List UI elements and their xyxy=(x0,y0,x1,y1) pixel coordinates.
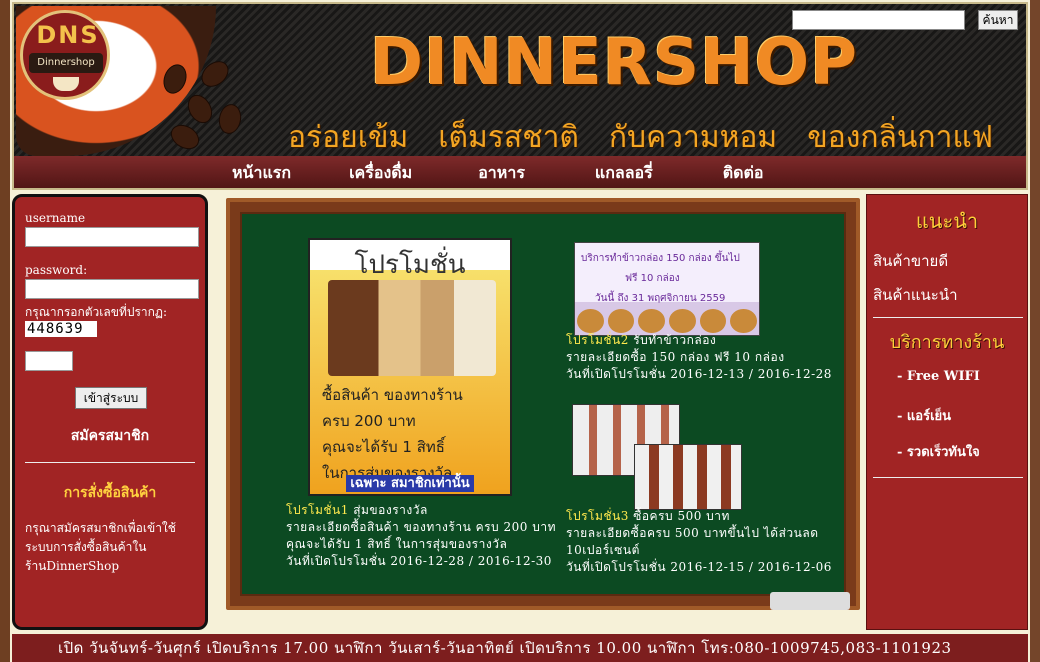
divider xyxy=(25,462,195,463)
password-label: password: xyxy=(25,263,88,277)
order-text: กรุณาสมัครสมาชิกเพื่อเข้าใช้ระบบการสั่งซ… xyxy=(25,521,176,573)
promo1-caption: โปรโมชั่น1 สุ่มของรางวัล รายละเอียดซื้อส… xyxy=(286,502,556,570)
promo1-detail: รายละเอียดซื้อสินค้า ของทางร้าน ครบ 200 … xyxy=(286,520,556,551)
promo1-poster[interactable]: โปรโมชั่น ซื้อสินค้า ของทางร้าน ครบ 200 … xyxy=(308,238,512,496)
divider xyxy=(873,477,1023,478)
nav-drinks[interactable]: เครื่องดื่ม xyxy=(349,156,412,188)
poster-line: บริการทำข้าวกล่อง 150 กล่อง ขึ้นไป xyxy=(581,253,740,264)
poster-title: โปรโมชั่น xyxy=(354,250,466,280)
promo3-caption: โปรโมชั่น3 ซื้อครบ 500 บาท รายละเอียดซื้… xyxy=(566,508,838,576)
promo2-detail: รายละเอียดซื้อ 150 กล่อง ฟรี 10 กล่อง xyxy=(566,350,785,364)
logo-text: DNS xyxy=(36,21,100,49)
coffee-bean-image xyxy=(182,90,218,128)
main-nav: หน้าแรก เครื่องดื่ม อาหาร แกลลอรี่ ติดต่… xyxy=(14,156,1026,188)
services-title: บริการทางร้าน xyxy=(889,332,1005,353)
recommended-link[interactable]: สินค้าแนะนำ xyxy=(873,283,958,307)
poster-line: ซื้อสินค้า ของทางร้าน xyxy=(322,386,463,404)
username-field[interactable] xyxy=(25,227,199,247)
search-button[interactable]: ค้นหา xyxy=(978,10,1018,30)
members-only-badge: เฉพาะ สมาชิกเท่านั้น xyxy=(310,472,510,493)
slogan-part: กับความหอม xyxy=(608,120,778,155)
poster-text: ซื้อสินค้า ของทางร้าน ครบ 200 บาท คุณจะไ… xyxy=(322,382,502,486)
promo3-detail: รายละเอียดซื้อครบ 500 บาทขึ้นไป ได้ส่วนล… xyxy=(566,526,819,557)
slogan-part: อร่อยเข้ม xyxy=(288,120,409,155)
promo1-name[interactable]: โปรโมชั่น1 xyxy=(286,503,349,517)
chalkboard-surface: โปรโมชั่น ซื้อสินค้า ของทางร้าน ครบ 200 … xyxy=(240,212,846,596)
bestseller-link[interactable]: สินค้าขายดี xyxy=(873,249,948,273)
recommend-title: แนะนำ xyxy=(915,209,979,233)
badge-text: เฉพาะ สมาชิกเท่านั้น xyxy=(346,475,474,492)
site-logo[interactable]: DNS Dinnershop xyxy=(20,10,110,100)
brand-title: DINNERSHOP xyxy=(370,26,859,100)
promo1-title: สุ่มของรางวัล xyxy=(353,503,428,517)
login-button[interactable]: เข้าสู่ระบบ xyxy=(75,387,147,409)
promo1-dates: วันที่เปิดโปรโมชั่น 2016-12-28 / 2016-12… xyxy=(286,554,552,568)
promo2-title: รับทำข้าวกล่อง xyxy=(633,333,717,347)
promo2-caption: โปรโมชั่น2 รับทำข้าวกล่อง รายละเอียดซื้อ… xyxy=(566,332,836,383)
password-field[interactable] xyxy=(25,279,199,299)
nav-home[interactable]: หน้าแรก xyxy=(232,156,291,188)
service-item: - Free WIFI xyxy=(897,369,980,384)
promo3-name[interactable]: โปรโมชั่น3 xyxy=(566,509,629,523)
poster-line: คุณจะได้รับ 1 สิทธิ์ xyxy=(322,438,445,456)
captcha-field[interactable] xyxy=(25,351,73,371)
promo2-poster[interactable]: บริการทำข้าวกล่อง 150 กล่อง ขึ้นไป ฟรี 1… xyxy=(574,242,760,336)
logo-subtext: Dinnershop xyxy=(29,53,103,73)
poster-line: ฟรี 10 กล่อง xyxy=(625,273,680,284)
chalkboard: โปรโมชั่น ซื้อสินค้า ของทางร้าน ครบ 200 … xyxy=(226,198,860,610)
service-item: - รวดเร็วทันใจ xyxy=(897,445,980,460)
username-label: username xyxy=(25,211,86,225)
site-header: DNS Dinnershop ค้นหา DINNERSHOP อร่อยเข้… xyxy=(12,2,1028,190)
service-item: - แอร์เย็น xyxy=(897,409,952,424)
promo3-photo[interactable] xyxy=(634,444,742,510)
poster-line: วันนี้ ถึง 31 พฤศจิกายน 2559 xyxy=(595,293,726,304)
promo2-name[interactable]: โปรโมชั่น2 xyxy=(566,333,629,347)
eraser-image xyxy=(770,592,850,610)
coffee-bean-image xyxy=(216,102,244,136)
promo3-dates: วันที่เปิดโปรโมชั่น 2016-12-15 / 2016-12… xyxy=(566,560,832,574)
register-link[interactable]: สมัครสมาชิก xyxy=(15,425,205,447)
slogan-part: ของกลิ่นกาแฟ xyxy=(807,120,994,155)
order-title: การสั่งซื้อสินค้า xyxy=(63,485,157,501)
login-panel: username password: กรุณากรอกตัวเลขที่ปรา… xyxy=(12,194,208,630)
nav-contact[interactable]: ติดต่อ xyxy=(723,156,764,188)
slogan: อร่อยเข้ม เต็มรสชาติ กับความหอม ของกลิ่น… xyxy=(288,114,993,161)
divider xyxy=(873,317,1023,318)
dishes-photo xyxy=(577,309,758,333)
cup-icon xyxy=(53,77,79,91)
captcha-code: 448639 xyxy=(25,321,97,337)
poster-line: ครบ 200 บาท xyxy=(322,412,416,430)
nav-gallery[interactable]: แกลลอรี่ xyxy=(595,156,653,188)
drinks-photo xyxy=(328,280,496,376)
info-panel: แนะนำ สินค้าขายดี สินค้าแนะนำ บริการทางร… xyxy=(866,194,1028,630)
footer-hours: เปิด วันจันทร์-วันศุกร์ เปิดบริการ 17.00… xyxy=(12,634,1028,662)
promo2-dates: วันที่เปิดโปรโมชั่น 2016-12-13 / 2016-12… xyxy=(566,367,832,381)
promo3-title: ซื้อครบ 500 บาท xyxy=(633,509,730,523)
main-content: โปรโมชั่น ซื้อสินค้า ของทางร้าน ครบ 200 … xyxy=(212,192,864,632)
coffee-bean-image xyxy=(166,119,204,155)
nav-food[interactable]: อาหาร xyxy=(478,156,525,188)
captcha-label: กรุณากรอกตัวเลขที่ปรากฏ: xyxy=(25,305,168,319)
slogan-part: เต็มรสชาติ xyxy=(438,120,579,155)
